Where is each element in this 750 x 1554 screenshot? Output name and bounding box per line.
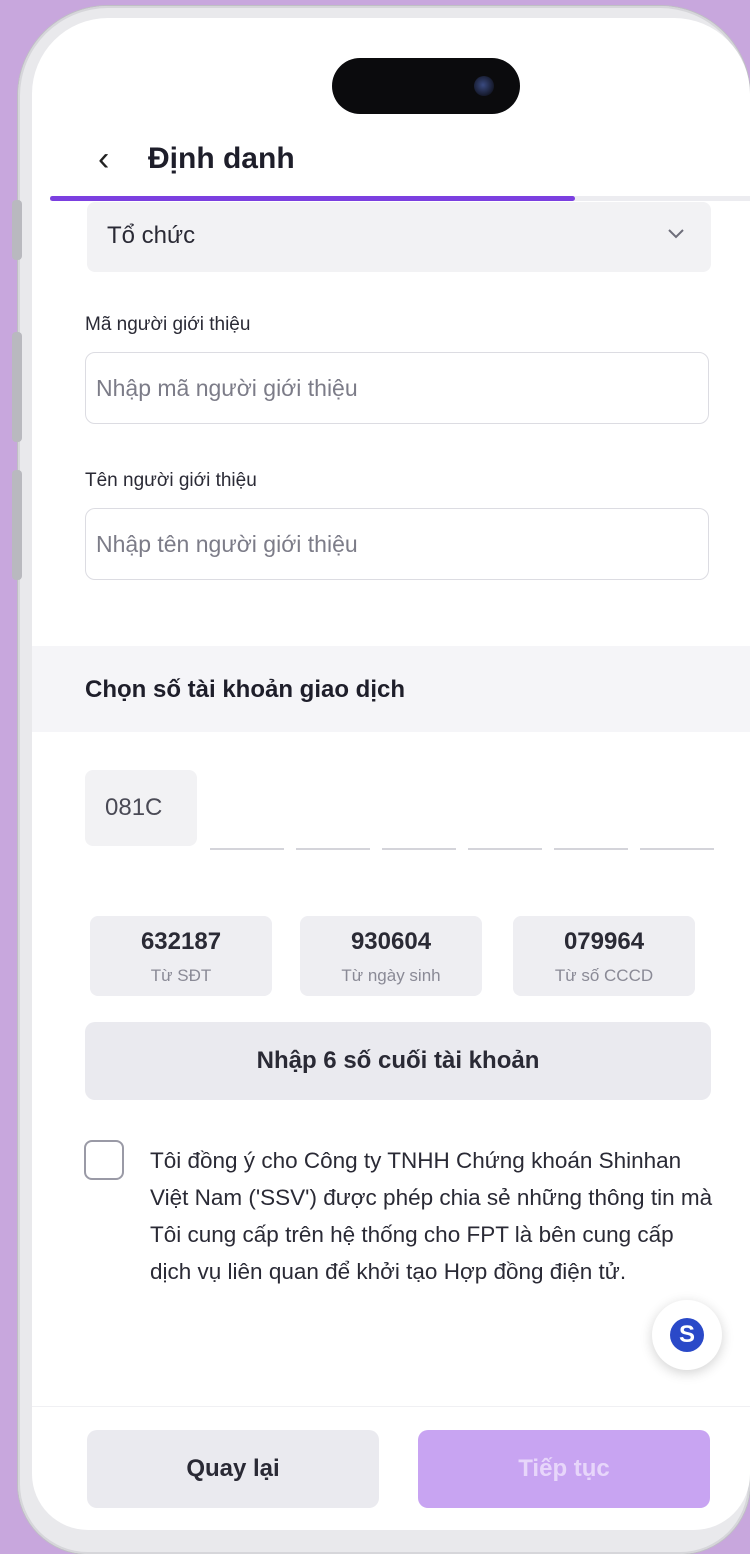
account-prefix: 081C (85, 770, 197, 846)
suggestion-number: 079964 (563, 928, 645, 955)
section-title: Chọn số tài khoản giao dịch (85, 676, 406, 703)
suggestion-phone[interactable]: 632187 Từ SĐT (90, 916, 272, 996)
suggestion-id-card[interactable]: 079964 Từ số CCCD (513, 916, 695, 996)
app-screen: ‹ Định danh Tổ chức Mã người giới thiệu … (32, 18, 750, 1530)
referrer-name-field[interactable] (85, 508, 709, 580)
consent-text: Tôi đồng ý cho Công ty TNHH Chứng khoán … (150, 1148, 713, 1284)
account-digit-2[interactable] (296, 778, 370, 850)
footer-divider (32, 1406, 750, 1407)
consent-checkbox[interactable] (84, 1140, 124, 1180)
chevron-left-icon[interactable]: ‹ (98, 140, 109, 179)
referrer-code-input[interactable] (86, 353, 708, 423)
dynamic-island (332, 58, 520, 114)
side-button-volume-up (12, 332, 22, 442)
chevron-down-icon (668, 229, 684, 239)
back-button[interactable]: Quay lại (87, 1430, 379, 1508)
account-digit-3[interactable] (382, 778, 456, 850)
referrer-code-label: Mã người giới thiệu (85, 314, 251, 335)
shinhan-logo-icon: S (670, 1318, 704, 1352)
enter-last6-button[interactable]: Nhập 6 số cuối tài khoản (85, 1022, 711, 1100)
suggestion-source: Từ SĐT (150, 966, 212, 985)
account-section-header: Chọn số tài khoản giao dịch (32, 646, 750, 732)
customer-type-select[interactable]: Tổ chức (87, 202, 711, 272)
suggestion-number: 632187 (140, 928, 222, 955)
support-fab[interactable]: S (652, 1300, 722, 1370)
progress-fill (50, 196, 575, 201)
app-header: ‹ Định danh (32, 128, 750, 198)
camera-icon (474, 76, 494, 96)
next-button[interactable]: Tiếp tục (418, 1430, 710, 1508)
suggestion-number: 930604 (350, 928, 432, 955)
referrer-name-input[interactable] (86, 509, 708, 579)
account-digit-1[interactable] (210, 778, 284, 850)
account-prefix-value: 081C (105, 794, 163, 821)
page-title: Định danh (148, 142, 295, 175)
side-button-volume-down (12, 470, 22, 580)
suggestion-birthdate[interactable]: 930604 Từ ngày sinh (300, 916, 482, 996)
account-digit-6[interactable] (640, 778, 714, 850)
suggestion-source: Từ ngày sinh (341, 966, 441, 985)
side-button-action (12, 200, 22, 260)
referrer-name-label: Tên người giới thiệu (85, 470, 257, 491)
customer-type-value: Tổ chức (107, 222, 196, 249)
referrer-code-field[interactable] (85, 352, 709, 424)
progress-bar (50, 196, 750, 201)
account-digit-4[interactable] (468, 778, 542, 850)
account-digit-5[interactable] (554, 778, 628, 850)
suggestion-source: Từ số CCCD (554, 966, 654, 985)
